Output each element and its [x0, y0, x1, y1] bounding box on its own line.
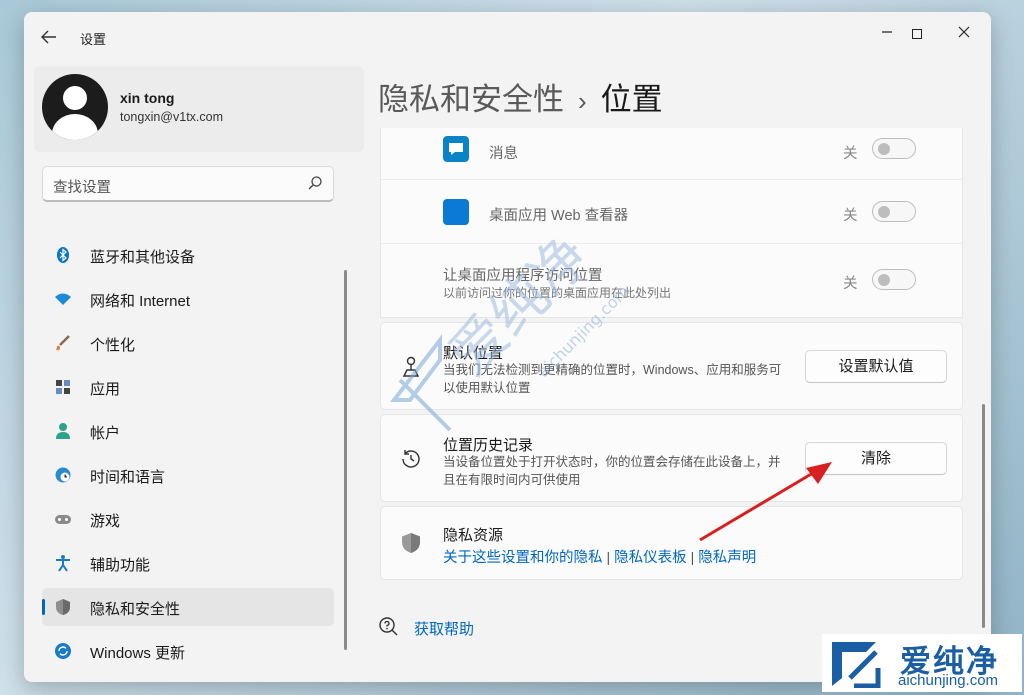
sidebar-item-label: 应用	[90, 381, 121, 398]
sidebar-item-gaming[interactable]: 游戏	[42, 500, 334, 538]
webview-app-icon	[443, 199, 469, 225]
privacy-resources-card: 隐私资源 关于这些设置和你的隐私 | 隐私仪表板 | 隐私声明	[380, 506, 963, 580]
brush-icon	[56, 335, 70, 351]
app-name: 消息	[489, 146, 518, 162]
page-title: 位置	[600, 82, 663, 117]
search-placeholder: 查找设置	[53, 180, 111, 196]
location-history-card: 位置历史记录 当设备位置处于打开状态时，你的位置会存储在此设备上，并且在有限时间…	[380, 414, 963, 502]
set-default-button[interactable]: 设置默认值	[805, 350, 947, 383]
privacy-links: 关于这些设置和你的隐私 | 隐私仪表板 | 隐私声明	[443, 549, 757, 566]
back-button[interactable]	[38, 28, 60, 48]
app-name: 桌面应用 Web 查看器	[489, 208, 629, 224]
breadcrumb-separator: ›	[578, 86, 587, 116]
maximize-button[interactable]	[894, 18, 940, 50]
sidebar-item-label: 时间和语言	[90, 469, 166, 486]
shield-icon	[402, 533, 420, 553]
globe-clock-icon	[55, 467, 71, 483]
privacy-dashboard-link[interactable]: 隐私仪表板	[614, 550, 687, 566]
message-location-toggle[interactable]	[872, 138, 916, 159]
sidebar-item-accessibility[interactable]: 辅助功能	[42, 544, 334, 582]
webview-location-toggle[interactable]	[872, 201, 916, 222]
user-profile[interactable]: xin tong tongxin@v1tx.com	[34, 66, 364, 152]
desktop-access-sub: 以前访问过你的位置的桌面应用在此处列出	[443, 286, 672, 300]
active-indicator	[42, 599, 45, 615]
sidebar-item-label: 网络和 Internet	[90, 293, 191, 310]
sidebar-item-network[interactable]: 网络和 Internet	[42, 280, 334, 318]
avatar	[42, 74, 108, 140]
app-title: 设置	[80, 32, 107, 47]
watermark-logo-icon	[832, 642, 881, 688]
breadcrumb-parent[interactable]: 隐私和安全性	[378, 82, 564, 117]
back-arrow-icon	[41, 30, 56, 44]
watermark-url: aichunjing.com	[898, 672, 999, 689]
person-icon	[56, 423, 70, 439]
history-icon	[402, 450, 420, 468]
message-app-icon	[443, 136, 469, 162]
sidebar-item-label: 帐户	[90, 425, 121, 442]
search-icon	[308, 176, 322, 190]
apps-icon	[56, 380, 70, 394]
sidebar-item-label: Windows 更新	[90, 645, 186, 662]
list-item: 桌面应用 Web 查看器 关	[381, 180, 962, 244]
desktop-access-label: 让桌面应用程序访问位置	[443, 268, 603, 284]
sidebar-item-label: 隐私和安全性	[90, 601, 181, 618]
sidebar-item-bluetooth[interactable]: 蓝牙和其他设备	[42, 236, 334, 274]
list-item: 让桌面应用程序访问位置 以前访问过你的位置的桌面应用在此处列出 关	[381, 244, 962, 318]
gamepad-icon	[55, 515, 71, 524]
user-email: tongxin@v1tx.com	[120, 110, 224, 124]
sidebar-item-label: 辅助功能	[90, 557, 151, 574]
sidebar-item-apps[interactable]: 应用	[42, 368, 334, 406]
toggle-state: 关	[843, 146, 858, 162]
toggle-state: 关	[843, 208, 858, 224]
shield-icon	[56, 599, 70, 615]
location-history-desc: 当设备位置处于打开状态时，你的位置会存储在此设备上，并且在有限时间内可供使用	[443, 455, 781, 487]
map-pin-icon	[402, 356, 420, 377]
clear-history-button[interactable]: 清除	[805, 442, 947, 475]
sidebar-item-windows-update[interactable]: Windows 更新	[42, 632, 334, 670]
desktop-access-toggle[interactable]	[872, 269, 916, 290]
default-location-card: 默认位置 当我们无法检测到更精确的位置时，Windows、应用和服务可以使用默认…	[380, 322, 963, 410]
app-permissions-card: 消息 关 桌面应用 Web 查看器 关 让桌面应用程序访问位置 以前访问过你的位…	[380, 128, 963, 318]
location-history-label: 位置历史记录	[443, 437, 534, 454]
toggle-state: 关	[843, 276, 858, 292]
privacy-resources-label: 隐私资源	[443, 527, 504, 544]
settings-window: 设置 xin tong tongxin@v1tx.com 查找设置 蓝牙和其他设…	[24, 12, 991, 682]
minimize-icon	[882, 31, 892, 33]
sidebar-item-label: 游戏	[90, 513, 121, 530]
accessibility-icon	[56, 555, 70, 572]
default-location-label: 默认位置	[443, 345, 504, 362]
search-input[interactable]: 查找设置	[42, 166, 334, 202]
list-item: 消息 关	[381, 128, 962, 180]
get-help-label: 获取帮助	[414, 621, 475, 638]
sidebar-item-label: 个性化	[90, 337, 136, 354]
update-icon	[55, 643, 71, 659]
sidebar-item-time-language[interactable]: 时间和语言	[42, 456, 334, 494]
default-location-desc: 当我们无法检测到更精确的位置时，Windows、应用和服务可以使用默认位置	[443, 363, 782, 395]
close-button[interactable]	[941, 18, 987, 50]
watermark-logo: 爱纯净 aichunjing.com	[822, 634, 1022, 692]
main-scrollbar[interactable]	[982, 404, 985, 628]
close-icon	[958, 26, 970, 38]
user-name: xin tong	[120, 90, 175, 106]
about-privacy-link[interactable]: 关于这些设置和你的隐私	[443, 550, 603, 566]
sidebar-item-privacy-security[interactable]: 隐私和安全性	[42, 588, 334, 626]
help-icon	[379, 617, 398, 636]
sidebar-item-accounts[interactable]: 帐户	[42, 412, 334, 450]
wifi-icon	[55, 293, 71, 305]
sidebar-item-label: 蓝牙和其他设备	[90, 249, 196, 266]
privacy-statement-link[interactable]: 隐私声明	[698, 550, 756, 566]
sidebar-item-personalization[interactable]: 个性化	[42, 324, 334, 362]
breadcrumb: 隐私和安全性 › 位置	[378, 74, 663, 119]
maximize-icon	[912, 28, 922, 39]
bluetooth-icon	[57, 247, 69, 263]
title-bar: 设置	[24, 12, 991, 62]
sidebar-scrollbar[interactable]	[344, 270, 347, 650]
